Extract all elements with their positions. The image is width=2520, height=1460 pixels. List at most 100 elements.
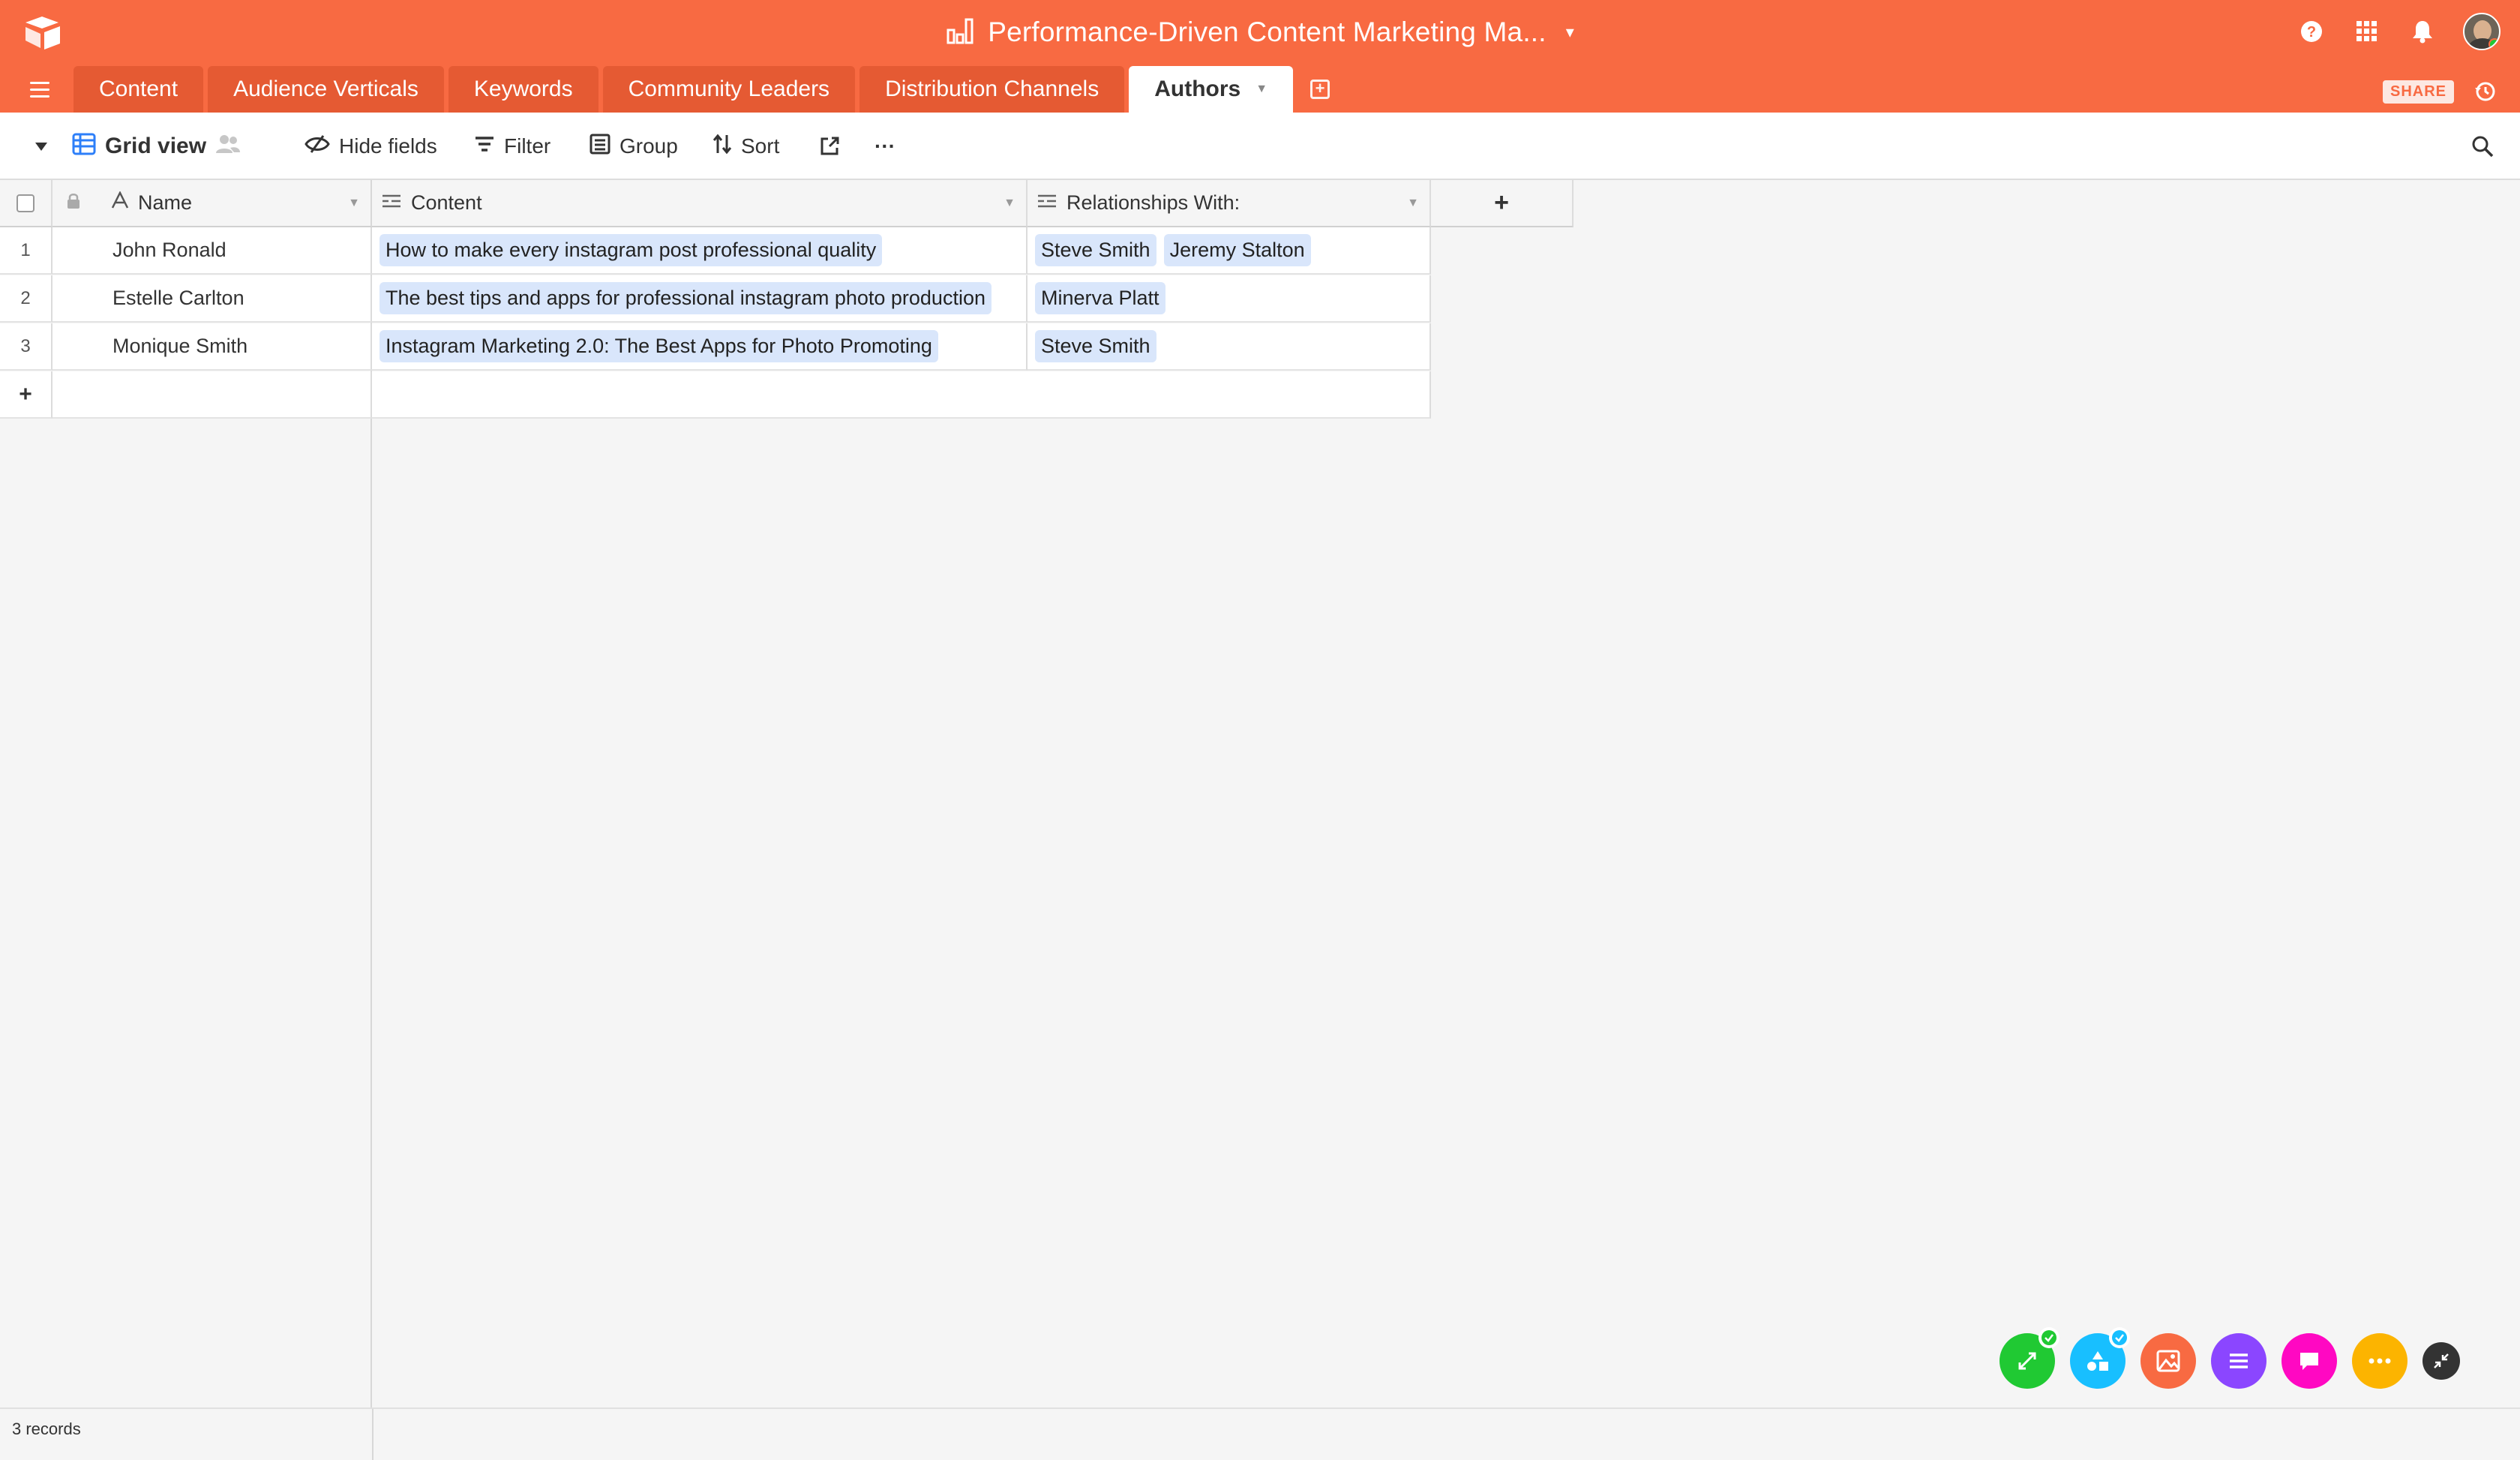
relationships-cell[interactable]: Steve Smith xyxy=(1028,323,1431,371)
filter-button[interactable]: Filter xyxy=(474,113,550,180)
chat-icon xyxy=(2300,1353,2318,1370)
share-view-icon[interactable] xyxy=(819,113,840,180)
add-row-cell[interactable] xyxy=(52,371,372,419)
search-icon[interactable] xyxy=(2470,113,2494,180)
sort-icon xyxy=(712,134,732,160)
hide-fields-icon xyxy=(304,134,330,159)
tab-keywords[interactable]: Keywords xyxy=(448,66,598,113)
add-field-button[interactable]: + xyxy=(1431,180,1574,227)
shapes-block-button[interactable] xyxy=(2070,1327,2130,1389)
column-header-name[interactable]: Name ▼ xyxy=(52,180,372,227)
collapse-icon xyxy=(2434,1353,2449,1368)
notification-bell-icon[interactable] xyxy=(2408,17,2438,47)
table-tabs: Content Audience Verticals Keywords Comm… xyxy=(74,66,1335,113)
linked-record-chip[interactable]: Jeremy Stalton xyxy=(1163,234,1311,266)
content-cell[interactable]: How to make every instagram post profess… xyxy=(372,227,1028,275)
column-content-label: Content xyxy=(411,191,482,214)
comments-block-button[interactable] xyxy=(2282,1333,2337,1389)
group-label: Group xyxy=(620,134,678,158)
shapes-icon xyxy=(2087,1351,2108,1371)
lock-icon xyxy=(66,191,81,215)
row-number[interactable]: 1 xyxy=(0,227,52,275)
list-icon xyxy=(2230,1353,2248,1368)
table-tabs-bar: Content Audience Verticals Keywords Comm… xyxy=(0,66,2520,113)
relationships-cell[interactable]: Steve Smith Jeremy Stalton xyxy=(1028,227,1431,275)
tab-authors-label: Authors xyxy=(1154,77,1241,101)
linked-record-chip[interactable]: Steve Smith xyxy=(1035,330,1156,362)
name-cell[interactable]: Estelle Carlton xyxy=(52,275,372,323)
tab-content[interactable]: Content xyxy=(74,66,204,113)
column-header-content[interactable]: Content ▼ xyxy=(372,180,1028,227)
apps-grid-icon[interactable] xyxy=(2352,17,2382,47)
hamburger-menu-icon[interactable] xyxy=(30,77,56,102)
expand-icon xyxy=(2018,1352,2036,1370)
sort-button[interactable]: Sort xyxy=(712,113,779,180)
collapse-blocks-button[interactable] xyxy=(2422,1342,2460,1380)
more-options-icon[interactable]: ··· xyxy=(874,113,896,180)
chevron-down-icon[interactable]: ▼ xyxy=(1004,197,1016,210)
svg-text:?: ? xyxy=(2307,24,2316,41)
linked-record-chip[interactable]: The best tips and apps for professional … xyxy=(380,282,992,314)
chevron-down-icon[interactable]: ▼ xyxy=(348,197,360,210)
base-title-text: Performance-Driven Content Marketing Ma.… xyxy=(988,17,1546,47)
column-header-relationships[interactable]: Relationships With: ▼ xyxy=(1028,180,1431,227)
share-button[interactable]: SHARE xyxy=(2382,80,2454,104)
filter-label: Filter xyxy=(504,134,551,158)
chevron-down-icon[interactable]: ▾ xyxy=(1566,23,1574,42)
blocks-dock xyxy=(2000,1327,2460,1389)
chevron-down-icon[interactable]: ▼ xyxy=(1407,197,1419,210)
chevron-down-icon[interactable]: ▼ xyxy=(1256,83,1268,96)
add-row-button[interactable]: + xyxy=(0,371,52,419)
name-cell[interactable]: John Ronald xyxy=(52,227,372,275)
view-switcher[interactable]: Grid view xyxy=(72,113,241,180)
gallery-block-button[interactable] xyxy=(2140,1333,2196,1389)
plus-icon: + xyxy=(1310,80,1330,99)
check-badge-icon xyxy=(2038,1327,2060,1348)
linked-record-chip[interactable]: How to make every instagram post profess… xyxy=(380,234,883,266)
check-badge-icon xyxy=(2109,1327,2130,1348)
linked-record-icon xyxy=(1036,191,1058,215)
relationships-cell[interactable]: Minerva Platt xyxy=(1028,275,1431,323)
linked-record-icon xyxy=(381,191,402,215)
linked-record-chip[interactable]: Instagram Marketing 2.0: The Best Apps f… xyxy=(380,330,938,362)
record-count: 3 records xyxy=(12,1419,81,1438)
add-row-cell[interactable] xyxy=(372,371,1431,419)
base-title[interactable]: Performance-Driven Content Marketing Ma.… xyxy=(0,9,2520,56)
name-cell[interactable]: Monique Smith xyxy=(52,323,372,371)
text-field-icon xyxy=(111,191,129,215)
view-toolbar: Grid view Hide fields Filter Group Sort … xyxy=(0,113,2520,180)
view-sidebar-toggle[interactable] xyxy=(33,113,50,180)
user-avatar[interactable] xyxy=(2463,13,2500,50)
view-name: Grid view xyxy=(105,134,207,158)
content-cell[interactable]: Instagram Marketing 2.0: The Best Apps f… xyxy=(372,323,1028,371)
row-number[interactable]: 3 xyxy=(0,323,52,371)
tab-community-leaders[interactable]: Community Leaders xyxy=(602,66,856,113)
online-status-indicator xyxy=(2488,38,2499,49)
row-number[interactable]: 2 xyxy=(0,275,52,323)
expand-block-button[interactable] xyxy=(2000,1327,2060,1389)
list-block-button[interactable] xyxy=(2211,1333,2266,1389)
more-blocks-button[interactable] xyxy=(2352,1333,2408,1389)
select-all-checkbox-cell[interactable] xyxy=(0,180,52,227)
group-button[interactable]: Group xyxy=(590,113,678,180)
grid-view-icon xyxy=(72,132,96,161)
tab-authors[interactable]: Authors ▼ xyxy=(1129,66,1294,113)
filter-icon xyxy=(474,134,495,158)
group-icon xyxy=(590,134,610,160)
linked-record-chip[interactable]: Minerva Platt xyxy=(1035,282,1166,314)
column-name-label: Name xyxy=(138,191,193,214)
history-icon[interactable] xyxy=(2470,77,2500,107)
tab-audience-verticals[interactable]: Audience Verticals xyxy=(208,66,444,113)
sort-label: Sort xyxy=(741,134,780,158)
tab-bar-actions: SHARE xyxy=(2382,77,2500,107)
select-all-checkbox[interactable] xyxy=(16,194,34,212)
add-table-button[interactable]: + xyxy=(1305,66,1335,113)
hide-fields-button[interactable]: Hide fields xyxy=(304,113,437,180)
linked-record-chip[interactable]: Steve Smith xyxy=(1035,234,1156,266)
content-cell[interactable]: The best tips and apps for professional … xyxy=(372,275,1028,323)
app-header: Performance-Driven Content Marketing Ma.… xyxy=(0,0,2520,113)
collaborative-view-icon xyxy=(215,134,241,160)
tab-distribution-channels[interactable]: Distribution Channels xyxy=(860,66,1125,113)
help-icon[interactable]: ? xyxy=(2296,17,2326,47)
column-relationships-label: Relationships With: xyxy=(1066,191,1240,214)
